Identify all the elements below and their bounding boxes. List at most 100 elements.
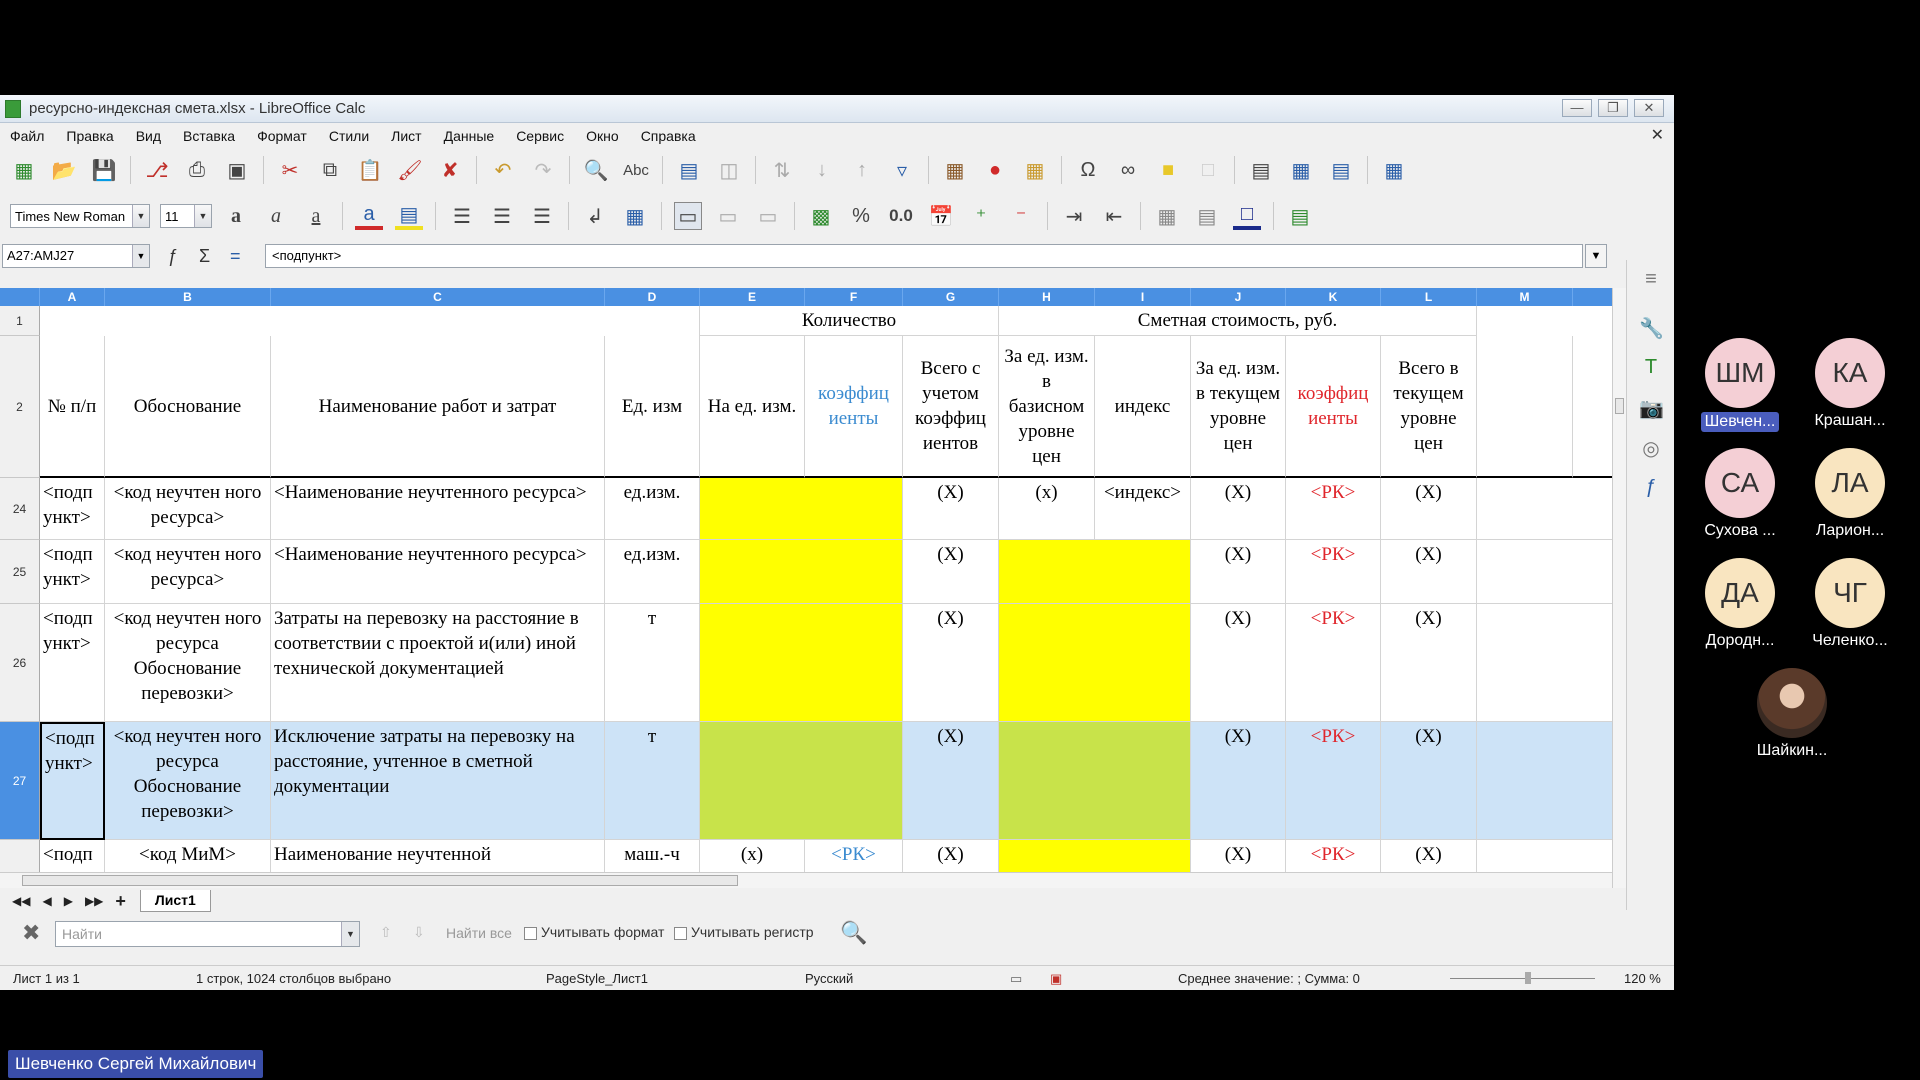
column-header-g[interactable]: G	[903, 288, 999, 306]
add-decimal-icon[interactable]: ⁺	[967, 202, 995, 230]
image-icon[interactable]: ▦	[941, 156, 969, 184]
chart-icon[interactable]: ●	[981, 156, 1009, 184]
navigator-icon[interactable]: ◎	[1639, 436, 1663, 460]
r25-total-current[interactable]: (X)	[1381, 540, 1477, 604]
highlight-color-icon[interactable]: ▤	[395, 202, 423, 230]
r26-total[interactable]: (X)	[903, 604, 999, 722]
comment-icon[interactable]: ■	[1154, 156, 1182, 184]
participant-tile[interactable]: ДА Дородн...	[1680, 558, 1800, 650]
row-header-1[interactable]: 1	[0, 306, 40, 336]
name-box[interactable]: A27:AMJ27 ▼	[2, 244, 150, 268]
headers-footers-icon[interactable]: □	[1194, 156, 1222, 184]
show-draw-functions-icon[interactable]: ▦	[1380, 156, 1408, 184]
styles-icon[interactable]: T	[1639, 356, 1663, 380]
participant-tile[interactable]: ШМ Шевчен...	[1680, 338, 1800, 437]
column-icon[interactable]: ◫	[715, 156, 743, 184]
border-color-icon[interactable]: □	[1233, 202, 1261, 230]
r27-total-current[interactable]: (X)	[1381, 722, 1477, 840]
align-bottom-icon[interactable]: ▭	[754, 202, 782, 230]
special-character-icon[interactable]: Ω	[1074, 156, 1102, 184]
status-language[interactable]: Русский	[805, 971, 853, 986]
formula-icon[interactable]: =	[230, 246, 241, 267]
export-pdf-icon[interactable]: ⎇	[143, 156, 171, 184]
bold-icon[interactable]: a	[222, 202, 250, 230]
align-top-icon[interactable]: ▭	[674, 202, 702, 230]
row-header-25[interactable]: 25	[0, 540, 40, 604]
r27-coefficient[interactable]: <РК>	[1286, 722, 1381, 840]
row-header-26[interactable]: 26	[0, 604, 40, 722]
selection-mode-icon[interactable]: ▭	[1010, 971, 1022, 987]
open-icon[interactable]: 📂	[50, 156, 78, 184]
close-document-icon[interactable]: ✕	[1651, 125, 1664, 145]
undo-icon[interactable]: ↶	[489, 156, 517, 184]
r25-current-price[interactable]: (X)	[1191, 540, 1286, 604]
last-sheet-icon[interactable]: ▶▶	[85, 894, 103, 908]
function-wizard-icon[interactable]: ƒ	[168, 246, 178, 267]
r24-resource-name[interactable]: <Наименование неучтенного ресурса>	[271, 478, 605, 540]
r24-subitem[interactable]: <подп ункт>	[40, 478, 105, 540]
center-vertically-icon[interactable]: ▭	[714, 202, 742, 230]
r27-empty[interactable]	[1477, 722, 1612, 840]
r26-resource-code[interactable]: <код неучтен ного ресурса Обоснование пе…	[105, 604, 271, 722]
copy-icon[interactable]: ⧉	[316, 156, 344, 184]
pivot-table-icon[interactable]: ▦	[1021, 156, 1049, 184]
freeze-rows-icon[interactable]: ▦	[1287, 156, 1315, 184]
column-header-a[interactable]: A	[40, 288, 105, 306]
properties-icon[interactable]: 🔧	[1639, 316, 1664, 340]
r27-total[interactable]: (X)	[903, 722, 999, 840]
r24-total-current[interactable]: (X)	[1381, 478, 1477, 540]
column-header-n[interactable]	[1573, 288, 1612, 306]
wrap-text-icon[interactable]: ↲	[581, 202, 609, 230]
r26-coefficient[interactable]: <РК>	[1286, 604, 1381, 722]
r26-price-highlight[interactable]	[999, 604, 1191, 722]
r27-quantity-highlight[interactable]	[700, 722, 903, 840]
find-replace-icon[interactable]: 🔍	[582, 156, 610, 184]
r26-resource-name[interactable]: Затраты на перевозку на расстояние в соо…	[271, 604, 605, 722]
zoom-slider-thumb[interactable]	[1525, 972, 1531, 984]
increase-indent-icon[interactable]: ⇥	[1060, 202, 1088, 230]
r25-subitem[interactable]: <подп ункт>	[40, 540, 105, 604]
italic-icon[interactable]: a	[262, 202, 290, 230]
spreadsheet-grid[interactable]: A B C D E F G H I J K L M 1 Количество С…	[0, 288, 1612, 888]
row-icon[interactable]: ▤	[675, 156, 703, 184]
menu-file[interactable]: Файл	[0, 128, 55, 144]
r24-quantity-highlight[interactable]	[700, 478, 903, 540]
clear-formatting-icon[interactable]: ✘	[436, 156, 464, 184]
close-find-icon[interactable]: ✖	[22, 920, 40, 946]
save-icon[interactable]: 💾	[90, 156, 118, 184]
hyperlink-icon[interactable]: ∞	[1114, 156, 1142, 184]
borders-icon[interactable]: ▦	[1153, 202, 1181, 230]
r24-current-price[interactable]: (X)	[1191, 478, 1286, 540]
gallery-icon[interactable]: 📷	[1639, 396, 1664, 420]
align-center-icon[interactable]: ☰	[488, 202, 516, 230]
r26-unit[interactable]: т	[605, 604, 700, 722]
column-header-b[interactable]: B	[105, 288, 271, 306]
functions-icon[interactable]: ƒ	[1639, 476, 1663, 500]
sheet-tab[interactable]: Лист1	[139, 890, 211, 912]
r26-quantity-highlight[interactable]	[700, 604, 903, 722]
sort-icon[interactable]: ⇅	[768, 156, 796, 184]
r24-total[interactable]: (X)	[903, 478, 999, 540]
menu-tools[interactable]: Сервис	[505, 128, 575, 144]
match-case-checkbox[interactable]: Учитывать регистр	[674, 924, 814, 940]
menu-help[interactable]: Справка	[630, 128, 707, 144]
r24-resource-code[interactable]: <код неучтен ного ресурса>	[105, 478, 271, 540]
row-header-24[interactable]: 24	[0, 478, 40, 540]
minimize-button[interactable]: —	[1562, 99, 1592, 117]
column-header-e[interactable]: E	[700, 288, 805, 306]
r25-coefficient[interactable]: <РК>	[1286, 540, 1381, 604]
column-header-i[interactable]: I	[1095, 288, 1191, 306]
clone-formatting-icon[interactable]: 🖌	[396, 156, 424, 184]
chevron-down-icon[interactable]: ▼	[132, 205, 149, 227]
column-header-j[interactable]: J	[1191, 288, 1286, 306]
menu-sheet[interactable]: Лист	[380, 128, 432, 144]
r24-index[interactable]: <индекс>	[1095, 478, 1191, 540]
participant-tile[interactable]: Шайкин...	[1732, 668, 1852, 760]
r25-empty[interactable]	[1477, 540, 1612, 604]
r25-quantity-highlight[interactable]	[700, 540, 903, 604]
r26-subitem[interactable]: <подп ункт>	[40, 604, 105, 722]
menu-insert[interactable]: Вставка	[172, 128, 246, 144]
status-zoom[interactable]: 120 %	[1624, 971, 1661, 986]
redo-icon[interactable]: ↷	[529, 156, 557, 184]
r25-unit[interactable]: ед.изм.	[605, 540, 700, 604]
